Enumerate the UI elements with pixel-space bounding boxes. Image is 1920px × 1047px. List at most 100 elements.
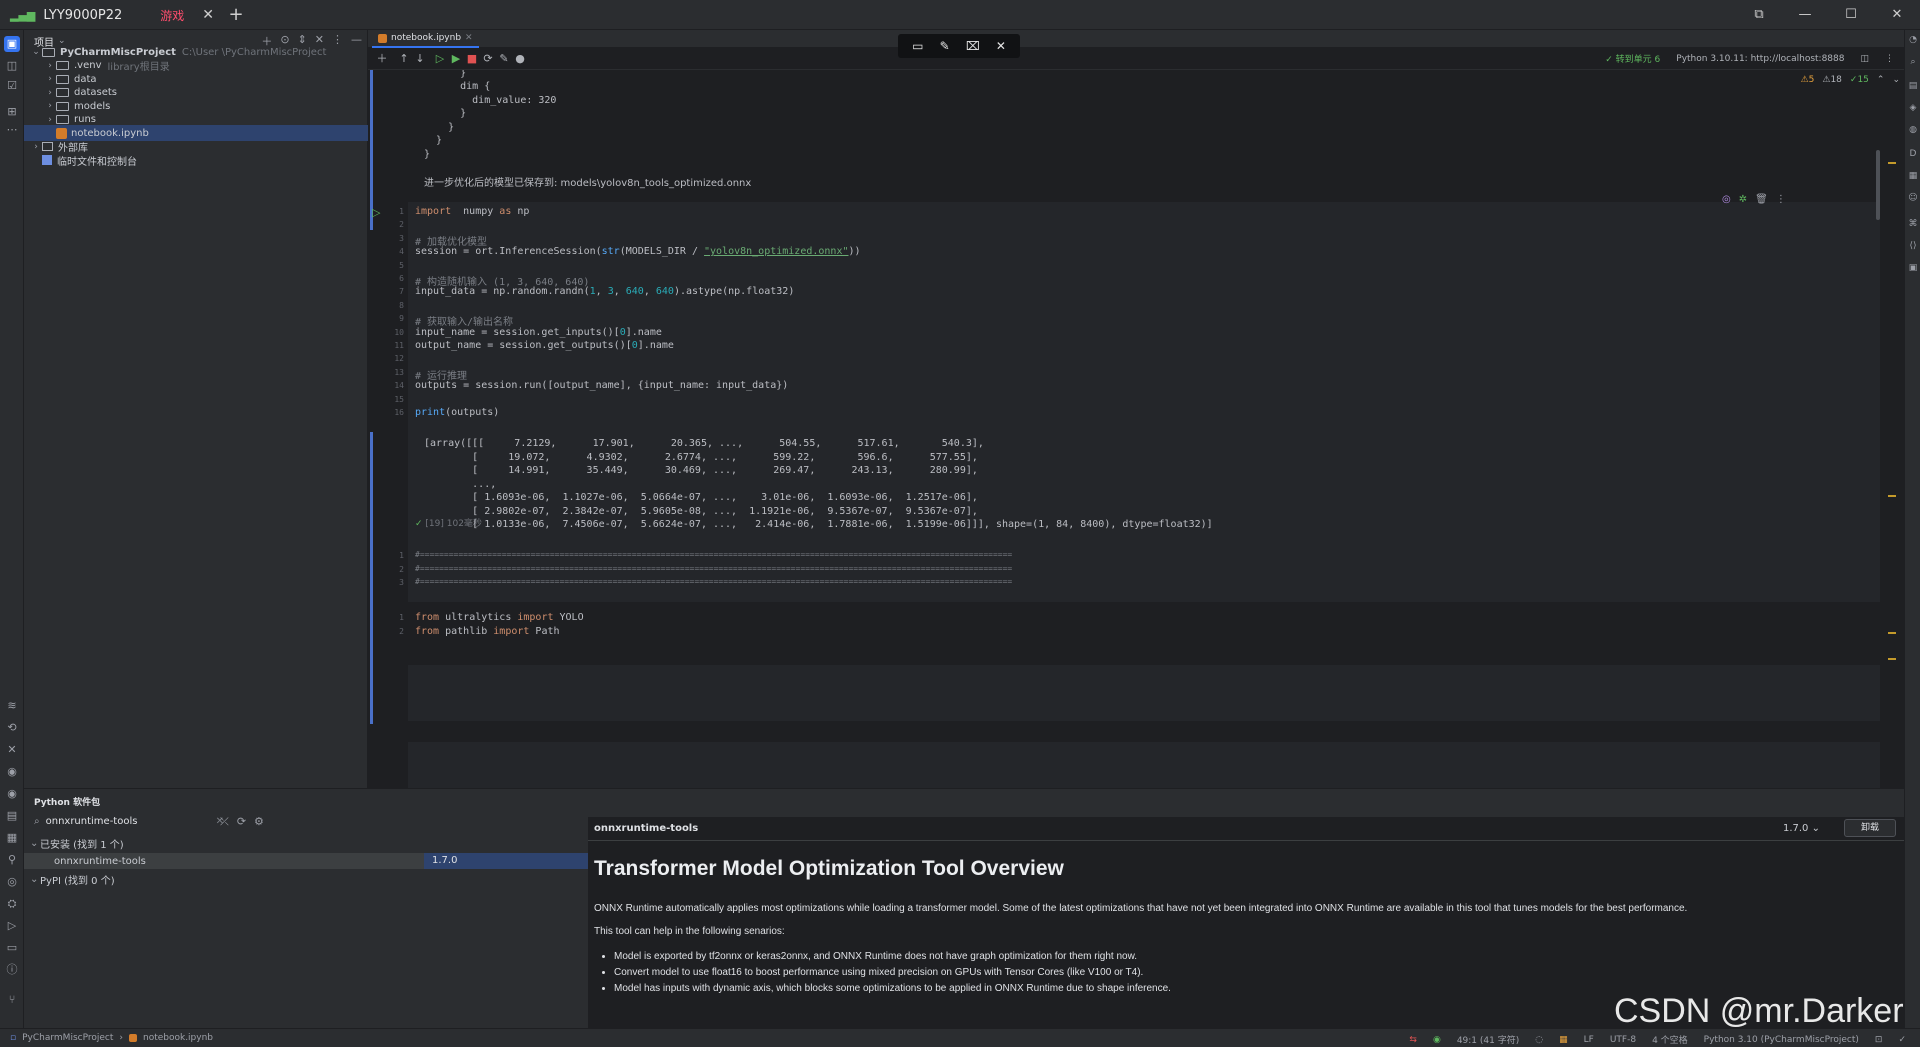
services-icon[interactable]: ▤	[4, 808, 20, 824]
problems-icon[interactable]: ⓘ	[4, 962, 20, 978]
settings-icon[interactable]: ⚙	[254, 815, 264, 829]
sync-icon[interactable]: ⟲	[4, 720, 20, 736]
warning-mark[interactable]	[1888, 632, 1896, 634]
restart-kernel-icon[interactable]: ⟳	[480, 51, 496, 67]
github-icon[interactable]: ●	[512, 51, 528, 67]
sciview-icon[interactable]: D	[1907, 148, 1919, 160]
close-tab-icon[interactable]: ✕	[202, 7, 214, 23]
goto-cell-status[interactable]: ✓ 转到单元 6	[1605, 52, 1660, 65]
search-icon[interactable]: ⌕	[1907, 56, 1919, 68]
code-cell[interactable]	[408, 202, 1880, 602]
new-tab-button[interactable]: +	[224, 3, 248, 27]
pen-icon[interactable]: ✎	[940, 39, 950, 53]
endpoints-icon[interactable]: ⌘	[1907, 218, 1919, 230]
editor-scrollbar[interactable]	[1876, 150, 1880, 220]
vcs-icon[interactable]: ◌	[1535, 1035, 1543, 1045]
chevron-right-icon[interactable]: ›	[30, 142, 42, 152]
package-search[interactable]: ⌕ onnxruntime-tools ✕	[34, 813, 224, 829]
chevron-right-icon[interactable]: ›	[44, 115, 56, 125]
close-circle-icon[interactable]: ✕	[996, 39, 1006, 53]
package-version-select[interactable]: 1.7.0 ⌄	[1783, 823, 1820, 834]
bookmark-icon[interactable]: ▣	[1907, 262, 1919, 274]
more-icon[interactable]: ⋮	[1885, 54, 1894, 64]
pull-request-icon[interactable]: ☑	[4, 78, 20, 94]
project-tool-icon[interactable]: ▣	[4, 36, 20, 52]
settings-sync-icon[interactable]: ◎	[4, 874, 20, 890]
structure-icon[interactable]: ⊞	[4, 104, 20, 120]
brackets-icon[interactable]: ⟨⟩	[1907, 240, 1919, 252]
more-icon[interactable]: ⋮	[1776, 194, 1786, 205]
indent-setting[interactable]: 4 个空格	[1652, 1033, 1688, 1046]
chevron-right-icon[interactable]: ›	[44, 88, 56, 98]
add-cell-icon[interactable]: ＋	[374, 51, 390, 67]
ai-icon[interactable]: ◎	[1722, 194, 1731, 205]
plugins-icon[interactable]: ◈	[1907, 102, 1919, 114]
sync-status-icon[interactable]: ⇆	[1409, 1035, 1417, 1045]
debug-icon[interactable]: ✲	[1739, 194, 1747, 205]
code-line[interactable]: output_name = session.get_outputs()[0].n…	[415, 340, 674, 351]
caret-position[interactable]: 49:1 (41 字符)	[1457, 1033, 1519, 1046]
warning-mark[interactable]	[1888, 658, 1896, 660]
move-up-icon[interactable]: ↑	[396, 51, 412, 67]
move-down-icon[interactable]: ↓	[412, 51, 428, 67]
warning-mark[interactable]	[1888, 162, 1896, 164]
layout-icon[interactable]: ◫	[1860, 54, 1869, 64]
uninstall-button[interactable]: 卸载	[1844, 819, 1896, 837]
database-icon[interactable]: ▤	[1907, 80, 1919, 92]
tools-icon[interactable]: ✕	[4, 742, 20, 758]
close-icon[interactable]: ✕	[465, 33, 473, 43]
file-encoding[interactable]: UTF-8	[1610, 1035, 1636, 1045]
refresh-icon[interactable]: ⟳	[237, 815, 246, 829]
maximize-button[interactable]: ☐	[1828, 0, 1874, 30]
python-packages-icon[interactable]: ◉	[4, 786, 20, 802]
layers-icon[interactable]: ≋	[4, 698, 20, 714]
code-line[interactable]: from pathlib import Path	[415, 626, 560, 637]
editor-tab[interactable]: notebook.ipynb ✕	[372, 30, 479, 48]
database-icon[interactable]: ▦	[4, 830, 20, 846]
comment-line[interactable]: #=======================================…	[415, 564, 1012, 573]
run-cell-icon[interactable]: ▷	[432, 51, 448, 67]
git-icon[interactable]: ⑂	[4, 992, 20, 1008]
chevron-down-icon[interactable]: ⌄	[30, 47, 42, 57]
pypi-group[interactable]: ⌄ PyPI (找到 0 个)	[24, 871, 588, 887]
terminal-icon[interactable]: ▭	[4, 940, 20, 956]
tree-item[interactable]: 临时文件和控制台	[24, 152, 368, 168]
installed-package-row[interactable]: onnxruntime-tools 1.7.0	[24, 853, 588, 869]
variables-icon[interactable]: ▦	[1907, 170, 1919, 182]
more-tools-icon[interactable]: ⋯	[4, 122, 20, 138]
kernel-selector[interactable]: Python 3.10.11: http://localhost:8888	[1676, 54, 1844, 64]
lock-icon[interactable]: ⊡	[1875, 1035, 1883, 1045]
import-cell[interactable]	[408, 742, 1880, 788]
close-window-button[interactable]: ✕	[1874, 0, 1920, 30]
line-separator[interactable]: LF	[1584, 1035, 1594, 1045]
python-console-icon[interactable]: ◉	[4, 764, 20, 780]
breadcrumb-project[interactable]: PyCharmMiscProject	[22, 1033, 113, 1043]
delete-icon[interactable]: 🗑	[1755, 194, 1768, 205]
chevron-right-icon[interactable]: ›	[44, 101, 56, 111]
chevron-right-icon[interactable]: ›	[44, 61, 56, 71]
commit-tool-icon[interactable]: ◫	[4, 58, 20, 74]
comment-line[interactable]: #=======================================…	[415, 550, 1012, 559]
restore-small-icon[interactable]: ⧉	[1736, 0, 1782, 30]
minimize-button[interactable]: —	[1782, 0, 1828, 30]
code-line[interactable]: input_data = np.random.randn(1, 3, 640, …	[415, 286, 794, 297]
code-line[interactable]: outputs = session.run([output_name], {in…	[415, 380, 788, 391]
code-line[interactable]: input_name = session.get_inputs()[0].nam…	[415, 327, 662, 338]
endpoints-icon[interactable]: ⚲	[4, 852, 20, 868]
inspection-widget[interactable]: ⚠5 ⚠18 ✓15 ⌃ ⌄	[1801, 75, 1900, 85]
code-line[interactable]: import numpy as np	[415, 206, 529, 217]
comment-line[interactable]: #=======================================…	[415, 577, 1012, 586]
interpreter[interactable]: Python 3.10 (PyCharmMiscProject)	[1704, 1035, 1859, 1045]
code-line[interactable]: session = ort.InferenceSession(str(MODEL…	[415, 246, 861, 257]
run-icon[interactable]: ▷	[4, 918, 20, 934]
code-line[interactable]: from ultralytics import YOLO	[415, 612, 584, 623]
code-line[interactable]: print(outputs)	[415, 407, 499, 418]
breadcrumb-file[interactable]: notebook.ipynb	[143, 1033, 213, 1043]
chevron-right-icon[interactable]: ›	[44, 74, 56, 84]
comment-cell[interactable]	[408, 665, 1880, 721]
ai-status-icon[interactable]: ◉	[1433, 1035, 1441, 1045]
warning-mark[interactable]	[1888, 495, 1896, 497]
package-search-input[interactable]: onnxruntime-tools	[46, 816, 138, 827]
chevron-down-icon[interactable]: ⌄	[1892, 75, 1900, 85]
clip-icon[interactable]: ⌧	[966, 39, 980, 53]
